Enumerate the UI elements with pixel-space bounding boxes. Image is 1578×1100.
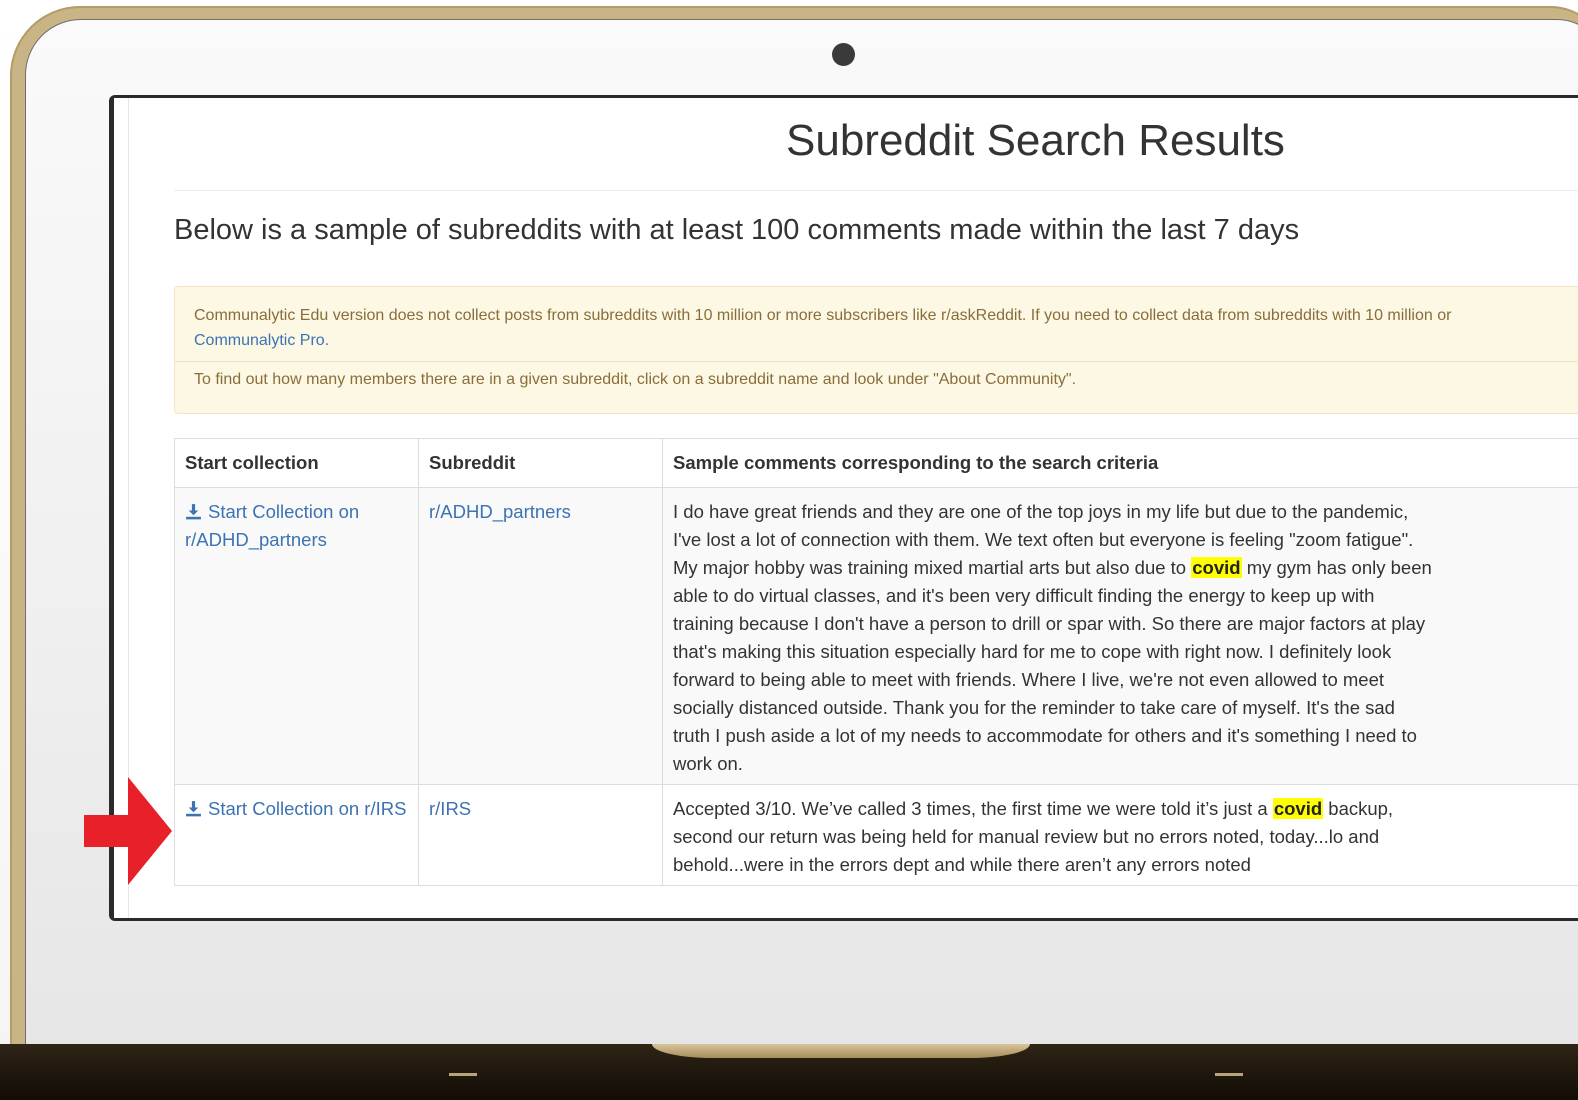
alert-text-edu-limit: Communalytic Edu version does not collec…	[194, 307, 1452, 324]
laptop-foot-right	[1215, 1073, 1243, 1076]
comment-text-before: Accepted 3/10. We’ve called 3 times, the…	[673, 798, 1268, 819]
start-collection-cell: Start Collection on r/IRS	[174, 784, 419, 886]
laptop-foot-left	[449, 1073, 477, 1076]
start-collection-label: Start Collection on r/ADHD_partners	[185, 501, 360, 550]
comment-text-after: my gym has only been able to do virtual …	[673, 557, 1432, 774]
header-subreddit: Subreddit	[418, 438, 663, 488]
alert-message-edu-limit: Communalytic Edu version does not collec…	[194, 303, 1451, 353]
sample-comment-cell: I do have great friends and they are one…	[662, 487, 1578, 785]
alert-message-members: To find out how many members there are i…	[194, 371, 1077, 388]
start-collection-cell: Start Collection on r/ADHD_partners	[174, 487, 419, 785]
keyword-highlight: covid	[1272, 798, 1324, 819]
subreddit-cell: r/IRS	[418, 784, 663, 886]
table-row: Start Collection on r/IRS r/IRS Accepted…	[174, 784, 1578, 886]
page-subtitle: Below is a sample of subreddits with at …	[174, 214, 1300, 246]
info-alert: Communalytic Edu version does not collec…	[174, 286, 1578, 414]
communalytic-pro-link[interactable]: Communalytic Pro.	[194, 332, 329, 349]
sample-comment-cell: Accepted 3/10. We’ve called 3 times, the…	[662, 784, 1578, 886]
keyword-highlight: covid	[1191, 557, 1242, 578]
red-arrow-icon	[84, 777, 172, 885]
header-start-collection: Start collection	[174, 438, 419, 488]
subreddit-link-adhd-partners[interactable]: r/ADHD_partners	[429, 501, 571, 522]
download-icon	[186, 801, 201, 817]
laptop-hinge	[652, 1044, 1030, 1058]
subreddit-cell: r/ADHD_partners	[418, 487, 663, 785]
start-collection-link-irs[interactable]: Start Collection on r/IRS	[185, 798, 406, 819]
sample-comment: Accepted 3/10. We’ve called 3 times, the…	[673, 795, 1433, 879]
browser-viewport: Subreddit Search Results Below is a samp…	[114, 98, 1578, 918]
header-sample-comments: Sample comments corresponding to the sea…	[662, 438, 1578, 488]
page-title: Subreddit Search Results	[786, 116, 1285, 165]
start-collection-link-adhd-partners[interactable]: Start Collection on r/ADHD_partners	[185, 501, 359, 550]
webcam-icon	[832, 43, 855, 66]
subreddit-link-irs[interactable]: r/IRS	[429, 798, 471, 819]
table-header-row: Start collection Subreddit Sample commen…	[174, 438, 1578, 488]
alert-divider	[175, 361, 1578, 362]
table-row: Start Collection on r/ADHD_partners r/AD…	[174, 487, 1578, 785]
start-collection-label: Start Collection on r/IRS	[208, 798, 407, 819]
download-icon	[186, 504, 201, 520]
results-table: Start collection Subreddit Sample commen…	[174, 438, 1578, 886]
sample-comment: I do have great friends and they are one…	[673, 498, 1433, 778]
title-divider	[174, 190, 1578, 191]
